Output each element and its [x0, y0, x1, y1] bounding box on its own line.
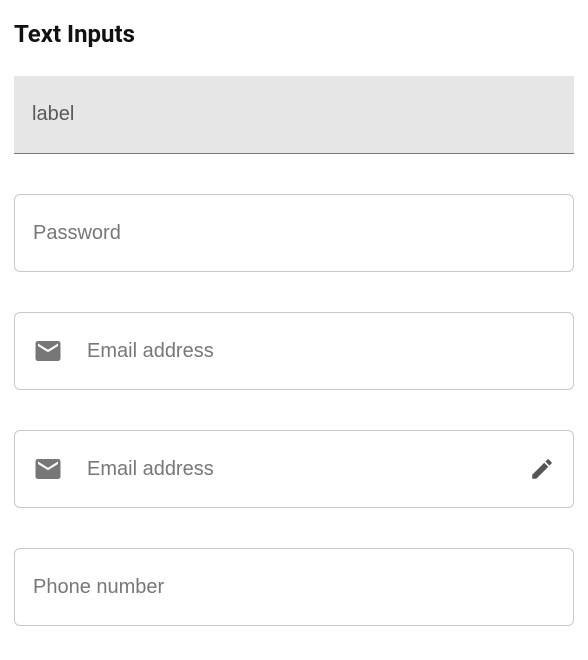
label-input[interactable]	[32, 76, 556, 153]
email-field-container[interactable]	[14, 312, 574, 390]
phone-field-container[interactable]	[14, 548, 574, 626]
label-field-container[interactable]	[14, 76, 574, 154]
email-icon	[33, 454, 63, 484]
page-title: Text Inputs	[14, 20, 574, 48]
password-input[interactable]	[33, 195, 555, 271]
edit-icon[interactable]	[529, 456, 555, 482]
phone-input[interactable]	[33, 549, 555, 625]
email-input[interactable]	[87, 313, 555, 389]
email-editable-input[interactable]	[87, 431, 529, 507]
email-editable-field-container[interactable]	[14, 430, 574, 508]
email-icon	[33, 336, 63, 366]
password-field-container[interactable]	[14, 194, 574, 272]
